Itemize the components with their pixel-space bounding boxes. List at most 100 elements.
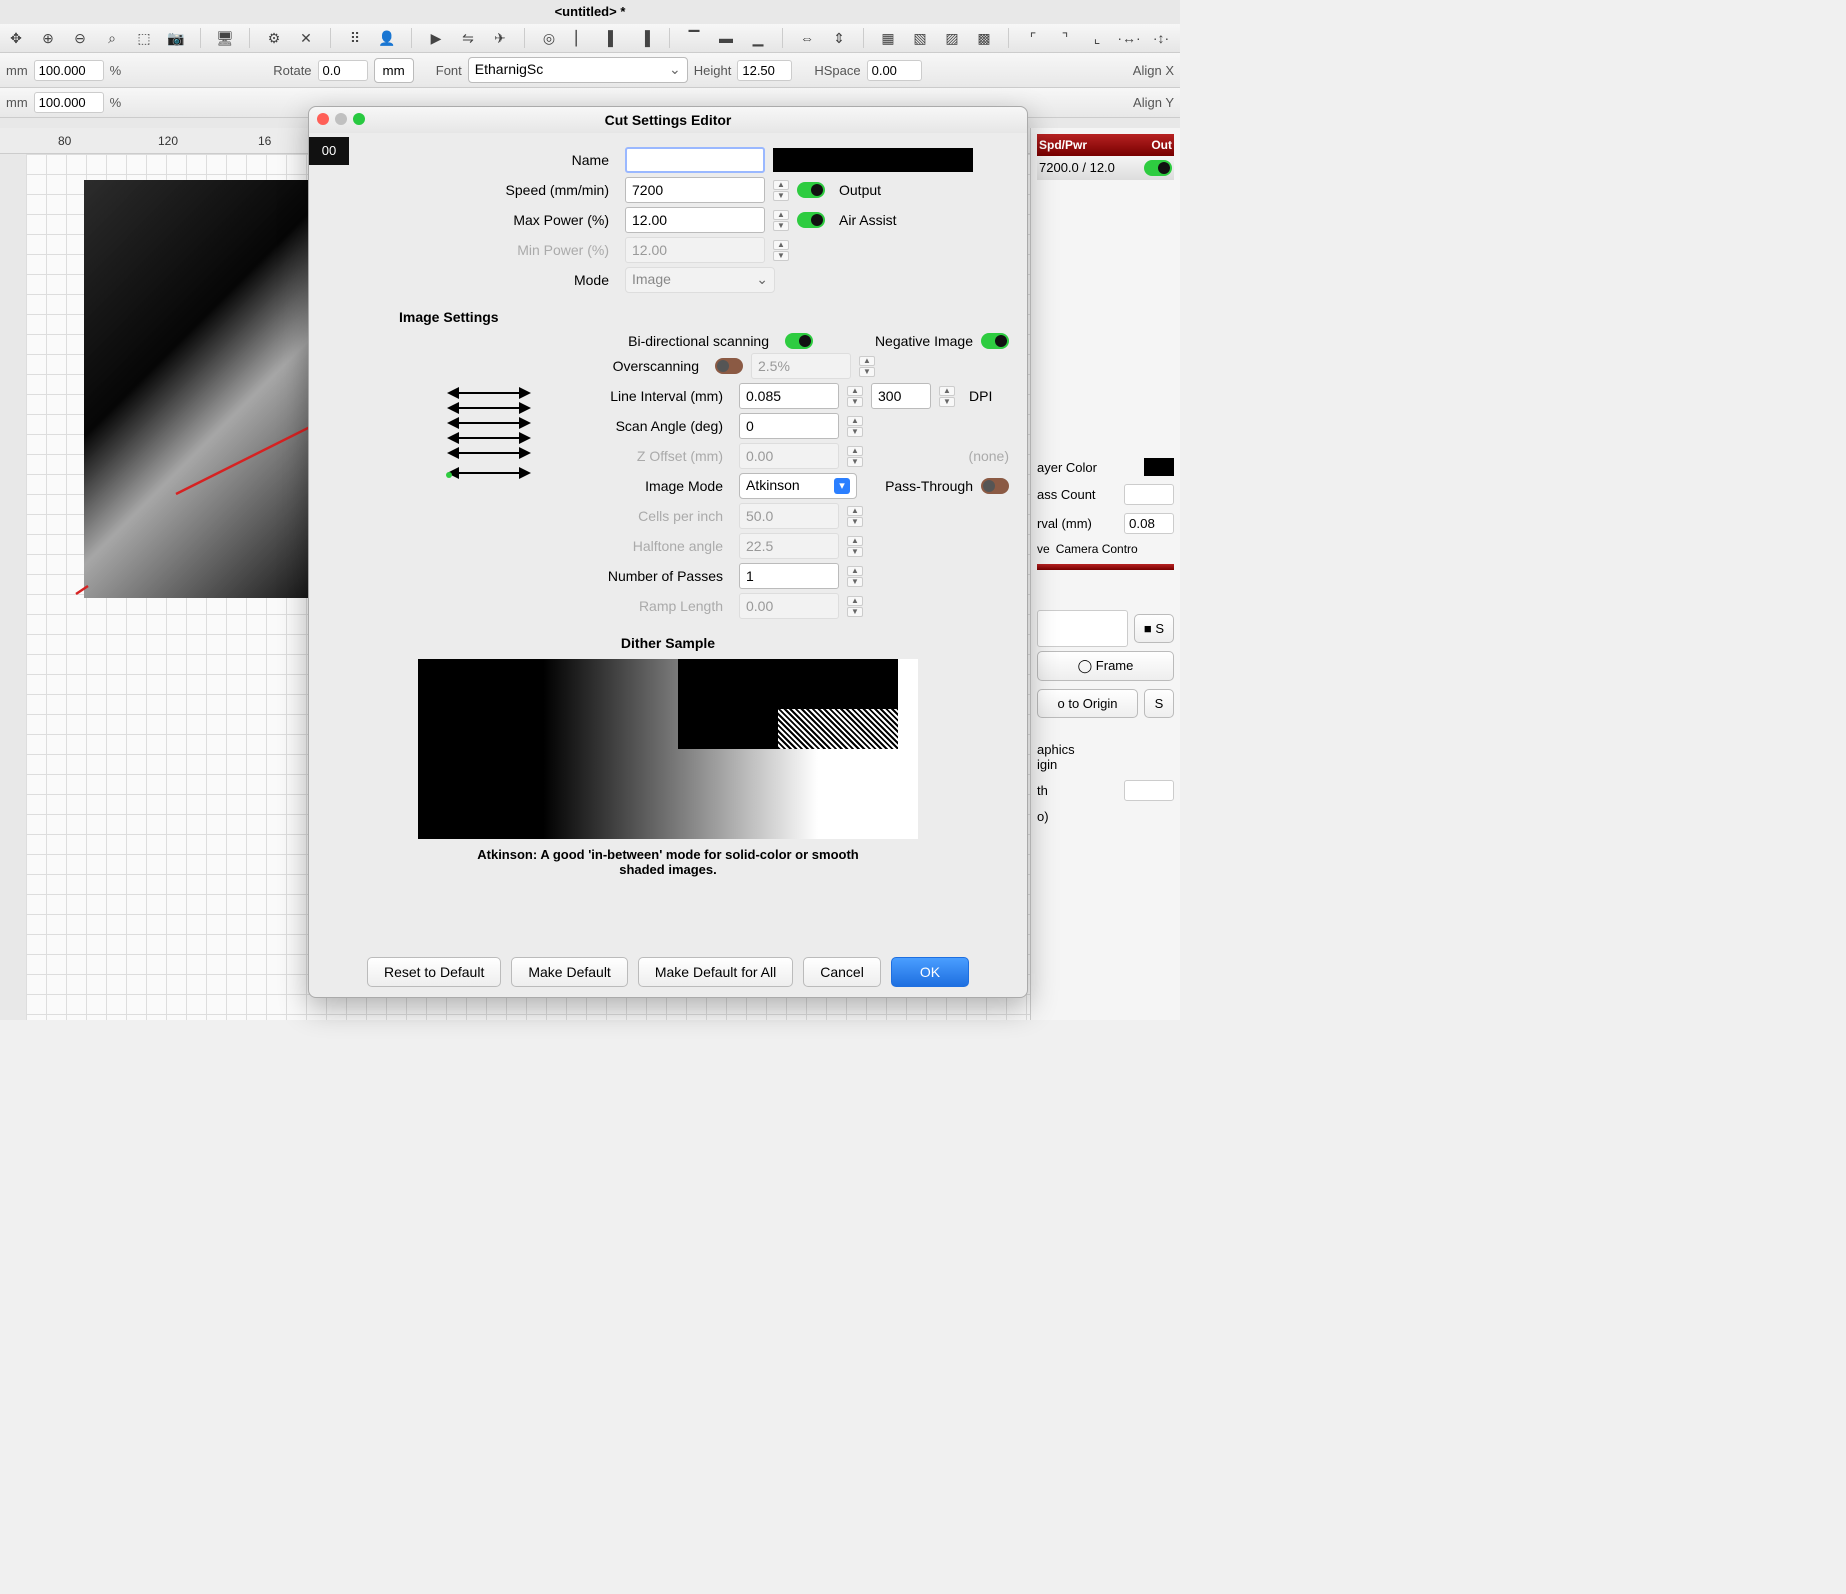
scanangle-stepper[interactable]: ▲▼ [847, 414, 863, 438]
numpasses-stepper[interactable]: ▲▼ [847, 564, 863, 588]
negative-label: Negative Image [875, 333, 973, 349]
maxpower-input[interactable] [625, 207, 765, 233]
gear-icon[interactable]: ⚙ [264, 28, 284, 48]
align-left-icon[interactable]: ▏ [571, 28, 591, 48]
camera-icon[interactable]: 📷 [166, 28, 186, 48]
frame-button[interactable]: ◯ Frame [1037, 651, 1174, 681]
layer-color-label: ayer Color [1037, 460, 1097, 475]
bidir-toggle[interactable] [785, 333, 813, 349]
arr2-icon[interactable]: ▧ [910, 28, 930, 48]
tab-camera[interactable]: Camera Contro [1056, 542, 1138, 556]
scanangle-input[interactable] [739, 413, 839, 439]
units-button[interactable]: mm [374, 58, 414, 83]
dpi-input[interactable] [871, 383, 931, 409]
align-mid-icon[interactable]: ▬ [716, 28, 736, 48]
lineint-stepper[interactable]: ▲▼ [847, 384, 863, 408]
halftone-input [739, 533, 839, 559]
dist-v-icon[interactable]: ⇕ [829, 28, 849, 48]
monitor-icon[interactable]: 🖥 [215, 28, 235, 48]
negative-toggle[interactable] [981, 333, 1009, 349]
move-icon[interactable]: ✥ [6, 28, 26, 48]
maxpower-stepper[interactable]: ▲▼ [773, 208, 789, 232]
hspace-input[interactable] [867, 60, 922, 81]
dist-h-icon[interactable]: ⇔ [797, 28, 817, 48]
th-input[interactable] [1124, 780, 1174, 801]
make-default-button[interactable]: Make Default [511, 957, 627, 987]
marquee-icon[interactable]: ⬚ [134, 28, 154, 48]
arr1-icon[interactable]: ▦ [878, 28, 898, 48]
cancel-button[interactable]: Cancel [803, 957, 881, 987]
group-icon[interactable]: ⠿ [345, 28, 365, 48]
play-icon[interactable]: ▶ [426, 28, 446, 48]
output-label: Output [839, 182, 881, 198]
lineint-input[interactable] [739, 383, 839, 409]
s-button-2[interactable]: S [1144, 689, 1174, 718]
dpi-label: DPI [969, 388, 992, 404]
reset-default-button[interactable]: Reset to Default [367, 957, 501, 987]
o-label: o) [1037, 809, 1174, 824]
center-icon[interactable]: ·↔· [1119, 28, 1139, 48]
property-bar-1: mm % Rotate mm Font EtharnigSc Height HS… [0, 53, 1180, 88]
unit-label-1: mm [6, 63, 28, 78]
align-center-icon[interactable]: ▌ [603, 28, 623, 48]
ramplen-stepper: ▲▼ [847, 594, 863, 618]
send-icon[interactable]: ✈ [490, 28, 510, 48]
pass-count-input[interactable] [1124, 484, 1174, 505]
pct-label-1: % [110, 63, 122, 78]
numpasses-input[interactable] [739, 563, 839, 589]
tab-move[interactable]: ve [1037, 542, 1050, 556]
align-right-icon[interactable]: ▐ [635, 28, 655, 48]
center2-icon[interactable]: ·↕· [1151, 28, 1171, 48]
ok-button[interactable]: OK [891, 957, 969, 987]
speed-input[interactable] [625, 177, 765, 203]
align-top-icon[interactable]: ▔ [684, 28, 704, 48]
arr3-icon[interactable]: ▨ [942, 28, 962, 48]
dpi-stepper[interactable]: ▲▼ [939, 384, 955, 408]
close-icon[interactable] [317, 113, 329, 125]
layer-color-swatch[interactable] [1144, 458, 1174, 476]
zoom-in-icon[interactable]: ⊕ [38, 28, 58, 48]
minpower-input [625, 237, 765, 263]
layer-output-toggle[interactable] [1144, 160, 1172, 176]
airassist-label: Air Assist [839, 212, 897, 228]
go-to-origin-button[interactable]: o to Origin [1037, 689, 1138, 718]
zoffset-none-label: (none) [969, 448, 1009, 464]
output-toggle[interactable] [797, 182, 825, 198]
speed-stepper[interactable]: ▲▼ [773, 178, 789, 202]
y-value-input[interactable] [34, 92, 104, 113]
corner-tl-icon[interactable]: ⌜ [1023, 28, 1043, 48]
zoom-fit-icon[interactable]: ⌕ [102, 28, 122, 48]
igin-label: igin [1037, 757, 1174, 772]
passthrough-toggle[interactable] [981, 478, 1009, 494]
height-input[interactable] [737, 60, 792, 81]
right-row-val[interactable]: 7200.0 / 12.0 [1039, 160, 1115, 176]
airassist-toggle[interactable] [797, 212, 825, 228]
arr4-icon[interactable]: ▩ [974, 28, 994, 48]
zoom-out-icon[interactable]: ⊖ [70, 28, 90, 48]
aphics-label: aphics [1037, 742, 1174, 757]
target-icon[interactable]: ◎ [539, 28, 559, 48]
panel-input[interactable] [1037, 610, 1128, 647]
make-default-all-button[interactable]: Make Default for All [638, 957, 793, 987]
corner-tr-icon[interactable]: ⌝ [1055, 28, 1075, 48]
right-col1: Spd/Pwr [1039, 138, 1087, 152]
rotate-input[interactable] [318, 60, 368, 81]
overscan-stepper: ▲▼ [859, 354, 875, 378]
interval-input[interactable] [1124, 513, 1174, 534]
main-toolbar: ✥ ⊕ ⊖ ⌕ ⬚ 📷 🖥 ⚙ ✕ ⠿ 👤 ▶ ⇋ ✈ ◎ ▏ ▌ ▐ ▔ ▬ … [0, 24, 1180, 53]
name-input[interactable] [625, 147, 765, 173]
tools-icon[interactable]: ✕ [296, 28, 316, 48]
cut-settings-modal: Cut Settings Editor 00 Name Speed (mm/mi… [308, 106, 1028, 998]
person-icon[interactable]: 👤 [377, 28, 397, 48]
flip-h-icon[interactable]: ⇋ [458, 28, 478, 48]
aligny-label: Align Y [1133, 95, 1174, 110]
ramplen-label: Ramp Length [327, 598, 731, 614]
corner-bl-icon[interactable]: ⌞ [1087, 28, 1107, 48]
x-value-input[interactable] [34, 60, 104, 81]
maximize-icon[interactable] [353, 113, 365, 125]
font-select[interactable]: EtharnigSc [468, 57, 688, 83]
overscan-toggle[interactable] [715, 358, 743, 374]
imagemode-select[interactable]: Atkinson [739, 473, 857, 499]
align-bot-icon[interactable]: ▁ [748, 28, 768, 48]
s-button-1[interactable]: ■ S [1134, 614, 1174, 643]
